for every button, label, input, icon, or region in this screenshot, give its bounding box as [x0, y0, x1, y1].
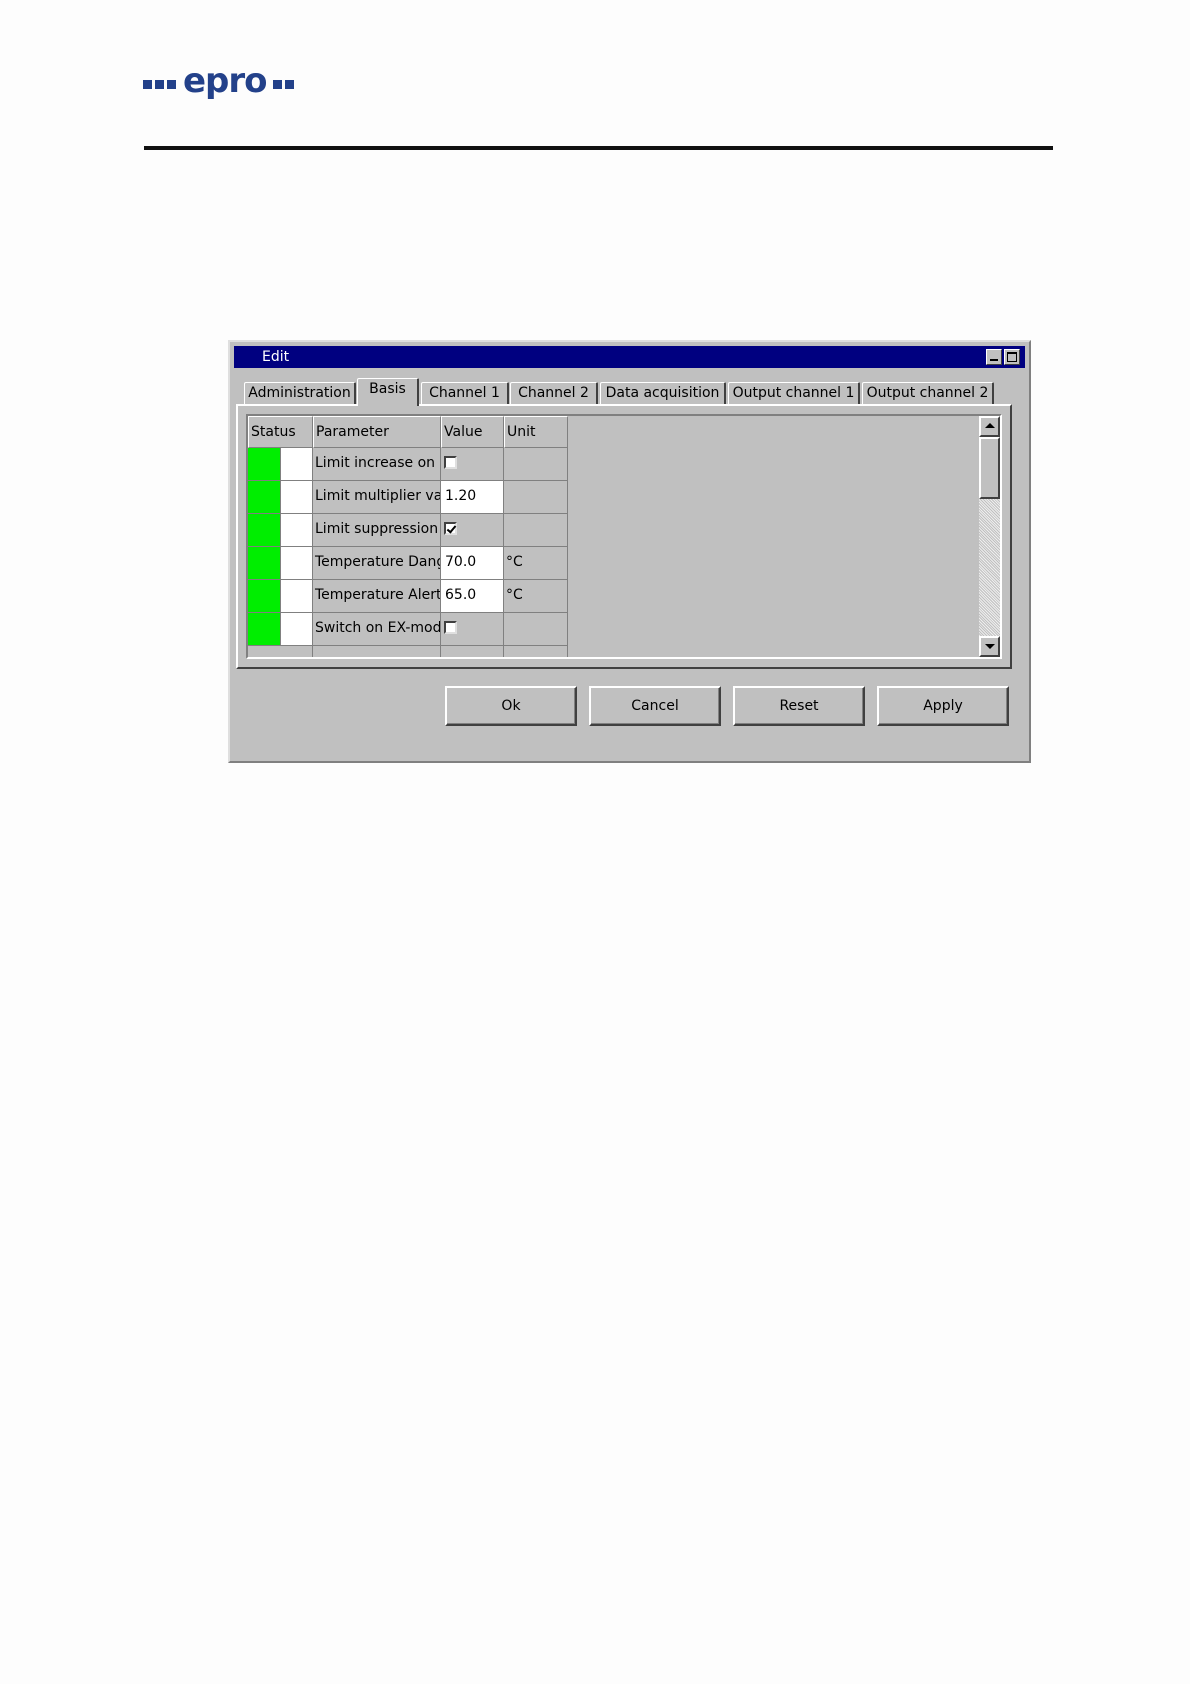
- vertical-scrollbar[interactable]: [979, 416, 1000, 657]
- limit-multiplier-input[interactable]: 1.20: [441, 481, 504, 514]
- status-indicator: [248, 547, 281, 580]
- status-indicator: [248, 580, 281, 613]
- tab-channel-2[interactable]: Channel 2: [510, 382, 598, 404]
- dialog-title: Edit: [262, 349, 290, 365]
- parameter-name: Limit multiplier value: [313, 481, 441, 514]
- tab-output-channel-1[interactable]: Output channel 1: [728, 382, 860, 404]
- column-header-unit[interactable]: Unit: [504, 416, 568, 448]
- tab-basis[interactable]: Basis: [357, 378, 419, 406]
- empty-cell: [248, 646, 313, 657]
- reset-button[interactable]: Reset: [733, 686, 865, 726]
- unit-cell: [504, 481, 568, 514]
- value-cell: [441, 514, 504, 547]
- temperature-danger-input[interactable]: 70.0: [441, 547, 504, 580]
- logo-squares-right: [272, 79, 297, 89]
- parameter-name: Temperature Dange: [313, 547, 441, 580]
- status-cell: [281, 448, 313, 481]
- tab-output-channel-2[interactable]: Output channel 2: [862, 382, 994, 404]
- parameter-name: Limit increase on: [313, 448, 441, 481]
- unit-cell: [504, 448, 568, 481]
- parameter-name: Temperature Alert: [313, 580, 441, 613]
- logo-word: epro: [183, 61, 268, 101]
- column-header-value[interactable]: Value: [441, 416, 504, 448]
- temperature-alert-input[interactable]: 65.0: [441, 580, 504, 613]
- status-indicator: [248, 514, 281, 547]
- scroll-up-icon[interactable]: [979, 416, 1000, 437]
- dialog-titlebar[interactable]: Edit: [234, 346, 1025, 368]
- empty-cell: [313, 646, 441, 657]
- tab-administration[interactable]: Administration: [244, 382, 356, 404]
- status-indicator: [248, 448, 281, 481]
- empty-cell: [504, 646, 568, 657]
- header-rule: [144, 146, 1053, 150]
- empty-cell: [441, 646, 504, 657]
- edit-dialog: Edit Administration Basis Channel 1 Chan…: [228, 340, 1031, 763]
- parameter-grid: Status Parameter Value Unit Limit increa…: [246, 414, 1002, 659]
- status-cell: [281, 613, 313, 646]
- value-cell: [441, 448, 504, 481]
- scrollbar-thumb[interactable]: [979, 437, 1000, 499]
- column-header-status[interactable]: Status: [248, 416, 313, 448]
- epro-logo: epro: [143, 62, 297, 106]
- limit-suppression-checkbox[interactable]: [444, 522, 457, 535]
- ex-mode-checkbox[interactable]: [444, 621, 457, 634]
- column-header-parameter[interactable]: Parameter: [313, 416, 441, 448]
- value-cell: [441, 613, 504, 646]
- unit-cell: °C: [504, 547, 568, 580]
- status-cell: [281, 481, 313, 514]
- unit-cell: °C: [504, 580, 568, 613]
- status-indicator: [248, 481, 281, 514]
- parameter-name: Limit suppression on: [313, 514, 441, 547]
- ok-button[interactable]: Ok: [445, 686, 577, 726]
- status-indicator: [248, 613, 281, 646]
- status-cell: [281, 547, 313, 580]
- basis-tab-panel: Status Parameter Value Unit Limit increa…: [236, 404, 1012, 669]
- tab-data-acquisition[interactable]: Data acquisition: [600, 382, 726, 404]
- minimize-icon[interactable]: [986, 349, 1002, 365]
- logo-squares-left: [143, 79, 179, 89]
- unit-cell: [504, 514, 568, 547]
- unit-cell: [504, 613, 568, 646]
- status-cell: [281, 580, 313, 613]
- maximize-icon[interactable]: [1004, 349, 1020, 365]
- scroll-down-icon[interactable]: [979, 636, 1000, 657]
- tab-channel-1[interactable]: Channel 1: [421, 382, 509, 404]
- status-cell: [281, 514, 313, 547]
- limit-increase-checkbox[interactable]: [444, 456, 457, 469]
- parameter-name: Switch on EX-mode: [313, 613, 441, 646]
- cancel-button[interactable]: Cancel: [589, 686, 721, 726]
- apply-button[interactable]: Apply: [877, 686, 1009, 726]
